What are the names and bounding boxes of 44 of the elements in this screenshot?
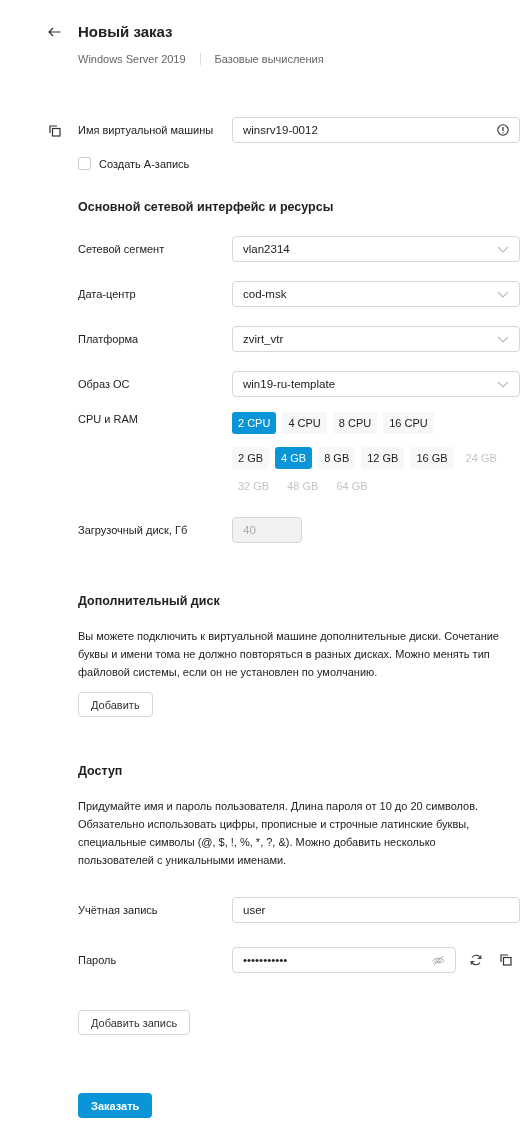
checkbox[interactable] [78,157,91,170]
field-label: Сетевой сегмент [78,242,166,256]
option-chip[interactable]: 4 CPU [282,412,327,434]
add-button[interactable]: Добавить [78,692,153,717]
field-label: Дата-центр [78,287,137,301]
warning-icon [497,124,509,136]
description-text: Вы можете подключить к виртуальной машине дополнительные диски. Сочетание буквы и имени тома не должно повторяться в разных дисках. Можно менять тип файловой системы, если он не установлен по умолчанию. [78,629,500,680]
option-chip[interactable]: 16 GB [410,447,454,469]
field-label: CPU и RAM [78,412,139,426]
section-heading: Основной сетевой интерфейс и ресурсы [78,199,335,215]
add-record-button[interactable]: Добавить запись [78,1010,191,1035]
option-chip[interactable]: 12 GB [361,447,405,469]
refresh-icon[interactable] [470,954,482,966]
chevron-down-icon [497,245,509,253]
chevron-down-icon [497,290,509,298]
copy-icon[interactable] [49,125,61,137]
input-field[interactable]: winsrv19-0012 [232,117,520,143]
chevron-down-icon [497,380,509,388]
option-chip[interactable]: 2 GB [232,447,270,469]
breadcrumb-text: Базовые вычисления [214,53,324,65]
page-title: Новый заказ [78,22,173,42]
section-heading: Дополнительный диск [78,593,221,609]
field-label: Учётная запись [78,903,159,917]
input-field[interactable]: user [232,897,520,923]
checkbox-label: Создать А-запись [99,157,190,170]
section-heading: Доступ [78,763,124,779]
field-label: Имя виртуальной машины [78,123,215,137]
option-chip[interactable]: 8 CPU [332,412,378,434]
select-field[interactable]: cod-msk [232,281,520,307]
back-arrow-icon[interactable] [48,27,61,37]
select-field[interactable]: win19-ru-template [232,371,520,397]
field-label: Пароль [78,953,118,967]
field-label: Образ ОС [78,377,131,391]
field-label: Платформа [78,332,140,346]
select-field[interactable]: vlan2314 [232,236,520,262]
description-text: Придумайте имя и пароль пользователя. Длина пароля от 10 до 20 символов. Обязательно использовать цифры, прописные и строчные латинские буквы, специальные символы (@, $, !, %, *, ?, &). Можно добавить несколько пользователей с уникальными именами. [78,799,480,868]
field-label: Загрузочный диск, Гб [78,523,189,537]
copy-icon[interactable] [500,954,512,966]
chevron-down-icon [497,335,509,343]
option-chip[interactable]: 8 GB [318,447,356,469]
option-chip[interactable]: 16 CPU [383,412,434,434]
password-field[interactable]: ••••••••••• [232,947,456,973]
breadcrumb-text: Windows Server 2019 [78,53,186,65]
select-field[interactable]: zvirt_vtr [232,326,520,352]
